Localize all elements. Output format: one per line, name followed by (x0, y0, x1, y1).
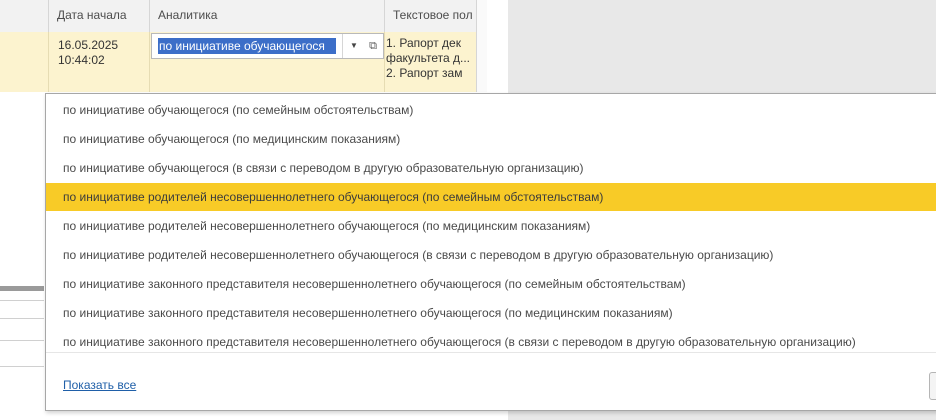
list-item[interactable]: по инициативе законного представителя не… (46, 270, 936, 298)
row-marker-cell (0, 32, 49, 92)
column-header-analytics[interactable]: Аналитика (150, 0, 385, 32)
open-form-icon[interactable]: ⧉ (365, 38, 381, 54)
list-item[interactable]: по инициативе обучающегося (в связи с пе… (46, 154, 936, 182)
horizontal-scrollbar[interactable] (0, 286, 44, 291)
column-header-text-field[interactable]: Текстовое пол (385, 0, 476, 32)
list-item[interactable]: по инициативе родителей несовершеннолетн… (46, 212, 936, 240)
list-item[interactable]: по инициативе родителей несовершеннолетн… (46, 241, 936, 269)
popup-button[interactable] (929, 372, 936, 400)
start-date-value: 16.05.2025 10:44:02 (58, 38, 118, 68)
show-all-link[interactable]: Показать все (63, 378, 136, 392)
text-line-1: 1. Рапорт дек (386, 36, 461, 50)
text-field-value: 1. Рапорт дек факультета д... 2. Рапорт … (386, 36, 476, 81)
popup-divider (46, 352, 936, 353)
list-item[interactable]: по инициативе обучающегося (по семейным … (46, 96, 936, 124)
text-line-3: 2. Рапорт зам (386, 66, 463, 80)
analytics-input[interactable]: по инициативе обучающегося ▼ (151, 33, 384, 59)
column-header-start-date[interactable]: Дата начала (49, 0, 150, 32)
text-line-2: факультета д... (386, 51, 470, 65)
list-item[interactable]: по инициативе законного представителя не… (46, 299, 936, 327)
date-value: 16.05.2025 (58, 38, 119, 52)
dropdown-list-popup: по инициативе обучающегося (по семейным … (45, 93, 936, 411)
list-item-selected[interactable]: по инициативе родителей несовершеннолетн… (46, 183, 936, 211)
dropdown-arrow-icon[interactable]: ▼ (342, 34, 365, 58)
list-item[interactable]: по инициативе обучающегося (по медицинск… (46, 125, 936, 153)
analytics-input-value[interactable]: по инициативе обучающегося (158, 38, 336, 54)
vertical-scrollbar[interactable] (476, 0, 487, 92)
time-value: 10:44:02 (58, 53, 105, 67)
column-header-blank[interactable] (0, 0, 49, 32)
table-header: Дата начала Аналитика Текстовое пол (0, 0, 476, 33)
